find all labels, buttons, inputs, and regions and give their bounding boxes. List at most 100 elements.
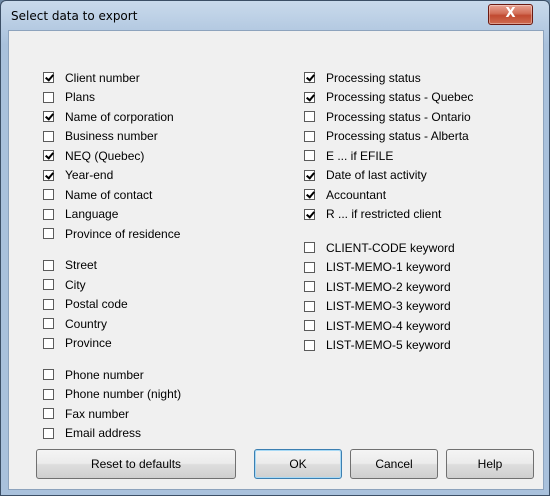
checkbox-checked-icon[interactable] <box>43 169 54 181</box>
checkbox-label: Country <box>65 316 108 331</box>
checkbox-unchecked-icon[interactable] <box>43 298 54 310</box>
checkbox-checked-icon[interactable] <box>43 150 54 162</box>
checkbox-unchecked-icon[interactable] <box>304 130 315 142</box>
checkbox-label: LIST-MEMO-3 keyword <box>326 299 451 314</box>
checkbox-list-memo-2-keyword[interactable]: LIST-MEMO-2 keyword <box>304 277 473 297</box>
checkbox-label: City <box>65 277 86 292</box>
checkbox-label: Processing status - Ontario <box>326 109 471 124</box>
ok-button[interactable]: OK <box>254 449 342 479</box>
checkbox-name-of-corporation[interactable]: Name of corporation <box>43 107 181 127</box>
checkbox-unchecked-icon[interactable] <box>43 130 54 142</box>
checkbox-label: Client number <box>65 70 140 85</box>
checkbox-label: Province <box>65 336 112 351</box>
checkbox-unchecked-icon[interactable] <box>43 337 54 349</box>
checkbox-unchecked-icon[interactable] <box>304 261 315 273</box>
checkbox-checked-icon[interactable] <box>304 208 315 220</box>
checkbox-unchecked-icon[interactable] <box>43 318 54 330</box>
checkbox-postal-code[interactable]: Postal code <box>43 295 181 315</box>
title-bar[interactable]: Select data to export X <box>1 1 549 31</box>
checkbox-unchecked-icon[interactable] <box>43 408 54 420</box>
checkbox-country[interactable]: Country <box>43 314 181 334</box>
checkbox-unchecked-icon[interactable] <box>43 279 54 291</box>
checkbox-neq-quebec[interactable]: NEQ (Quebec) <box>43 146 181 166</box>
checkbox-name-of-contact[interactable]: Name of contact <box>43 185 181 205</box>
checkbox-list-memo-5-keyword[interactable]: LIST-MEMO-5 keyword <box>304 336 473 356</box>
checkbox-email-address[interactable]: Email address <box>43 424 181 444</box>
checkbox-city[interactable]: City <box>43 275 181 295</box>
checkbox-processing-status-quebec[interactable]: Processing status - Quebec <box>304 88 473 108</box>
checkbox-r-if-restricted-client[interactable]: R ... if restricted client <box>304 205 473 225</box>
checkbox-unchecked-icon[interactable] <box>43 388 54 400</box>
left-checkbox-column: Client number Plans Name of corporation Bus… <box>43 68 181 443</box>
checkbox-unchecked-icon[interactable] <box>43 427 54 439</box>
checkbox-label: Plans <box>65 90 96 105</box>
checkbox-province-of-residence[interactable]: Province of residence <box>43 224 181 244</box>
checkbox-client-number[interactable]: Client number <box>43 68 181 88</box>
checkbox-checked-icon[interactable] <box>304 189 315 201</box>
checkbox-label: Street <box>65 258 98 273</box>
checkbox-accountant[interactable]: Accountant <box>304 185 473 205</box>
checkbox-unchecked-icon[interactable] <box>304 281 315 293</box>
checkbox-province[interactable]: Province <box>43 334 181 354</box>
checkbox-unchecked-icon[interactable] <box>304 150 315 162</box>
close-button[interactable]: X <box>488 4 533 25</box>
checkbox-checked-icon[interactable] <box>43 111 54 123</box>
checkbox-unchecked-icon[interactable] <box>43 228 54 240</box>
checkbox-processing-status[interactable]: Processing status <box>304 68 473 88</box>
cancel-button[interactable]: Cancel <box>350 449 438 479</box>
right-checkbox-column: Processing status Processing status - Que… <box>304 68 473 355</box>
dialog-body: Client number Plans Name of corporation Bus… <box>8 30 544 490</box>
checkbox-label: Province of residence <box>65 226 181 241</box>
checkbox-checked-icon[interactable] <box>43 72 54 84</box>
checkbox-unchecked-icon[interactable] <box>304 320 315 332</box>
checkbox-group: Processing status Processing status - Que… <box>304 68 473 224</box>
checkbox-list-memo-1-keyword[interactable]: LIST-MEMO-1 keyword <box>304 258 473 278</box>
help-button[interactable]: Help <box>446 449 534 479</box>
checkbox-label: Postal code <box>65 297 128 312</box>
checkbox-processing-status-ontario[interactable]: Processing status - Ontario <box>304 107 473 127</box>
reset-to-defaults-button[interactable]: Reset to defaults <box>36 449 236 479</box>
checkbox-unchecked-icon[interactable] <box>304 111 315 123</box>
checkbox-client-code-keyword[interactable]: CLIENT-CODE keyword <box>304 238 473 258</box>
checkbox-label: LIST-MEMO-4 keyword <box>326 318 451 333</box>
checkbox-business-number[interactable]: Business number <box>43 127 181 147</box>
checkbox-checked-icon[interactable] <box>304 91 315 103</box>
checkbox-unchecked-icon[interactable] <box>304 242 315 254</box>
checkbox-label: Name of contact <box>65 187 153 202</box>
checkbox-unchecked-icon[interactable] <box>304 300 315 312</box>
checkbox-unchecked-icon[interactable] <box>43 259 54 271</box>
checkbox-checked-icon[interactable] <box>304 169 315 181</box>
checkbox-phone-number[interactable]: Phone number <box>43 365 181 385</box>
checkbox-e-if-efile[interactable]: E ... if EFILE <box>304 146 473 166</box>
checkbox-list-memo-4-keyword[interactable]: LIST-MEMO-4 keyword <box>304 316 473 336</box>
checkbox-year-end[interactable]: Year-end <box>43 166 181 186</box>
checkbox-label: E ... if EFILE <box>326 148 394 163</box>
checkbox-unchecked-icon[interactable] <box>43 91 54 103</box>
checkbox-list-memo-3-keyword[interactable]: LIST-MEMO-3 keyword <box>304 297 473 317</box>
checkbox-label: Processing status - Quebec <box>326 90 474 105</box>
checkbox-unchecked-icon[interactable] <box>43 369 54 381</box>
checkbox-phone-number-night[interactable]: Phone number (night) <box>43 385 181 405</box>
checkbox-fax-number[interactable]: Fax number <box>43 404 181 424</box>
checkbox-label: Email address <box>65 426 142 441</box>
checkbox-label: NEQ (Quebec) <box>65 148 145 163</box>
checkbox-date-of-last-activity[interactable]: Date of last activity <box>304 166 473 186</box>
checkbox-processing-status-alberta[interactable]: Processing status - Alberta <box>304 127 473 147</box>
checkbox-label: CLIENT-CODE keyword <box>326 240 455 255</box>
checkbox-unchecked-icon[interactable] <box>43 208 54 220</box>
checkbox-label: Date of last activity <box>326 168 427 183</box>
checkbox-language[interactable]: Language <box>43 205 181 225</box>
checkbox-street[interactable]: Street <box>43 256 181 276</box>
checkbox-label: LIST-MEMO-5 keyword <box>326 338 451 353</box>
checkbox-label: R ... if restricted client <box>326 207 442 222</box>
checkbox-label: Year-end <box>65 168 114 183</box>
checkbox-checked-icon[interactable] <box>304 72 315 84</box>
checkbox-label: Language <box>65 207 119 222</box>
checkbox-label: Fax number <box>65 406 130 421</box>
checkbox-label: Name of corporation <box>65 109 174 124</box>
checkbox-unchecked-icon[interactable] <box>304 339 315 351</box>
checkbox-group: Client number Plans Name of corporation Bus… <box>43 68 181 244</box>
checkbox-plans[interactable]: Plans <box>43 88 181 108</box>
checkbox-unchecked-icon[interactable] <box>43 189 54 201</box>
